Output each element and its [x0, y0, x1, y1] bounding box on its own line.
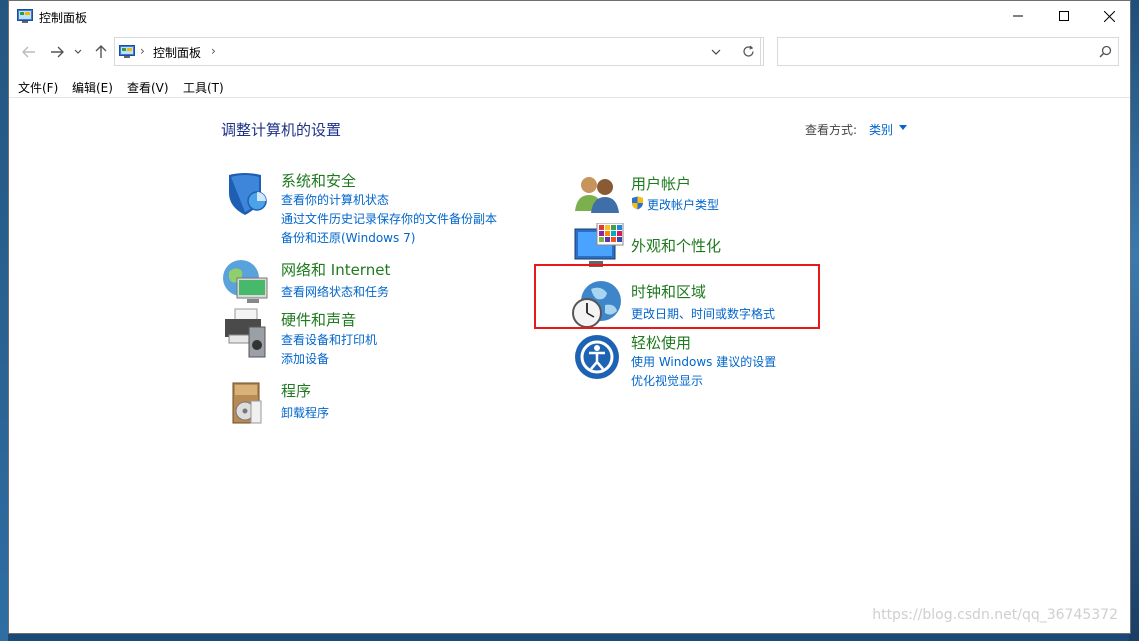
breadcrumb-separator[interactable]: ›: [211, 44, 216, 58]
menu-bar: 文件(F) 编辑(E) 查看(V) 工具(T): [9, 75, 1130, 98]
maximize-button[interactable]: [1041, 1, 1087, 31]
close-icon: [1103, 10, 1115, 22]
chevron-down-icon: [711, 49, 721, 55]
view-by-dropdown-arrow-icon[interactable]: [899, 125, 907, 130]
back-button[interactable]: [19, 42, 39, 62]
back-arrow-icon: [22, 46, 35, 58]
menu-edit[interactable]: 编辑(E): [72, 79, 113, 96]
control-panel-window: 控制面板 › 控制面板 › 文件(F) 编辑(E) 查看(V) 工具(T) 调整…: [8, 0, 1131, 634]
network-icon[interactable]: [221, 256, 273, 308]
up-button[interactable]: [91, 42, 111, 62]
chevron-down-icon: [74, 49, 82, 54]
link-uninstall-program[interactable]: 卸载程序: [281, 404, 329, 421]
link-view-computer-status[interactable]: 查看你的计算机状态: [281, 191, 389, 208]
category-system-security[interactable]: 系统和安全: [281, 170, 356, 191]
up-arrow-icon: [95, 45, 107, 58]
link-backup-restore[interactable]: 备份和还原(Windows 7): [281, 229, 415, 246]
address-bar[interactable]: › 控制面板 ›: [114, 37, 761, 66]
category-appearance-personalization[interactable]: 外观和个性化: [631, 235, 721, 256]
category-network-internet[interactable]: 网络和 Internet: [281, 259, 390, 280]
menu-tools[interactable]: 工具(T): [183, 79, 224, 96]
users-icon[interactable]: [573, 171, 625, 223]
category-user-accounts[interactable]: 用户帐户: [631, 173, 691, 194]
page-title: 调整计算机的设置: [221, 121, 342, 139]
highlight-box: [534, 264, 820, 329]
forward-button[interactable]: [47, 42, 67, 62]
control-panel-icon: [119, 45, 135, 58]
close-button[interactable]: [1086, 1, 1132, 31]
category-hardware-sound[interactable]: 硬件和声音: [281, 309, 356, 330]
ease-of-access-icon[interactable]: [571, 331, 623, 383]
minimize-icon: [1013, 15, 1023, 17]
refresh-icon: [743, 45, 754, 57]
recent-locations-button[interactable]: [71, 42, 85, 62]
search-box[interactable]: [777, 37, 1119, 66]
printer-speaker-icon[interactable]: [221, 307, 273, 359]
title-bar[interactable]: 控制面板: [9, 1, 1130, 33]
desktop-background-left: [0, 0, 8, 641]
minimize-button[interactable]: [995, 1, 1041, 31]
link-add-device[interactable]: 添加设备: [281, 350, 329, 367]
breadcrumb-control-panel[interactable]: 控制面板: [153, 44, 201, 61]
link-file-history-backup[interactable]: 通过文件历史记录保存你的文件备份副本: [281, 210, 497, 227]
view-by-dropdown[interactable]: 类别: [869, 121, 893, 138]
menu-file[interactable]: 文件(F): [18, 79, 58, 96]
uac-shield-icon: [632, 196, 643, 210]
refresh-button[interactable]: [734, 37, 764, 66]
forward-arrow-icon: [51, 46, 64, 58]
link-network-status[interactable]: 查看网络状态和任务: [281, 283, 389, 300]
link-change-account-type[interactable]: 更改帐户类型: [647, 196, 719, 213]
shield-icon[interactable]: [221, 167, 273, 219]
link-windows-recommended-settings[interactable]: 使用 Windows 建议的设置: [631, 353, 776, 370]
view-by-label: 查看方式:: [805, 123, 858, 137]
window-title: 控制面板: [39, 11, 88, 25]
link-devices-printers[interactable]: 查看设备和打印机: [281, 331, 377, 348]
address-dropdown-button[interactable]: [705, 37, 727, 66]
category-programs[interactable]: 程序: [281, 380, 311, 401]
search-icon: [1099, 45, 1112, 58]
category-ease-of-access[interactable]: 轻松使用: [631, 332, 691, 353]
breadcrumb-separator[interactable]: ›: [140, 44, 145, 58]
watermark-text: https://blog.csdn.net/qq_36745372: [872, 607, 1118, 623]
programs-icon[interactable]: [223, 379, 275, 431]
link-optimize-visual-display[interactable]: 优化视觉显示: [631, 372, 703, 389]
maximize-icon: [1059, 11, 1069, 21]
menu-view[interactable]: 查看(V): [127, 79, 169, 96]
control-panel-icon: [17, 9, 33, 23]
